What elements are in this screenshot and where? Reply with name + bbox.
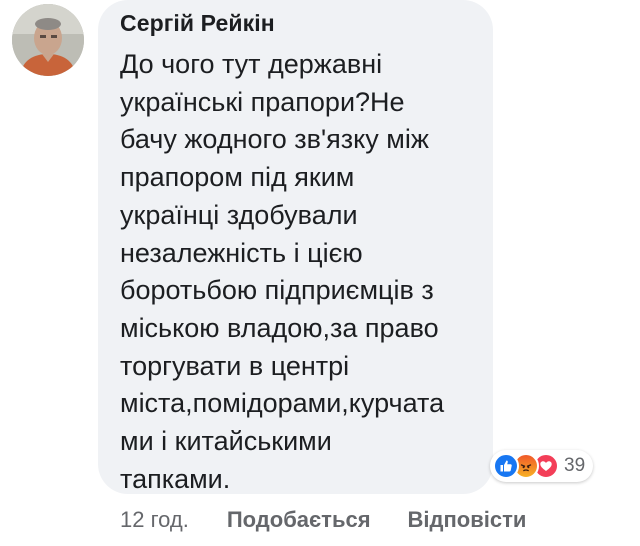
reaction-count: 39 <box>564 455 586 476</box>
comment-author[interactable]: Сергій Рейкін <box>120 10 275 37</box>
like-icon <box>493 453 519 479</box>
avatar[interactable] <box>12 4 84 76</box>
like-button[interactable]: Подобається <box>227 507 371 533</box>
reactions-summary[interactable]: 39 <box>490 450 594 482</box>
comment-timestamp[interactable]: 12 год. <box>120 507 189 533</box>
comment-text: До чого тут державні українські прапори?… <box>120 49 445 494</box>
profile-photo <box>12 4 84 76</box>
reply-button[interactable]: Відповісти <box>408 507 527 533</box>
comment-actions: 12 год. Подобається Відповісти <box>120 507 526 533</box>
